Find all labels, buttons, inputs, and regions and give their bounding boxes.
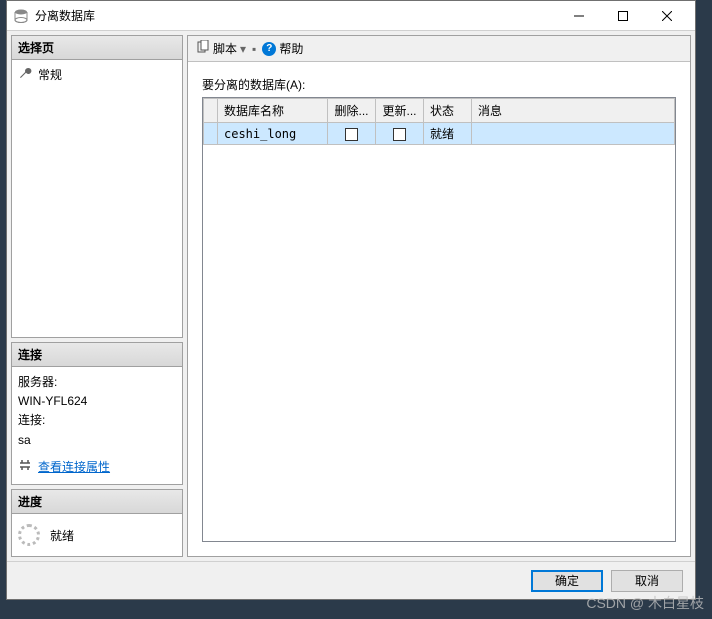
cancel-button[interactable]: 取消	[611, 570, 683, 592]
app-icon	[13, 8, 29, 24]
window-controls	[557, 1, 689, 30]
server-label: 服务器:	[18, 373, 176, 392]
cell-status: 就绪	[424, 123, 472, 145]
progress-header: 进度	[12, 490, 182, 514]
conn-value: sa	[18, 431, 176, 450]
connection-header: 连接	[12, 343, 182, 367]
close-button[interactable]	[645, 1, 689, 30]
title-bar: 分离数据库	[7, 1, 695, 31]
update-checkbox[interactable]	[393, 128, 406, 141]
cell-db-name: ceshi_long	[218, 123, 328, 145]
window-title: 分离数据库	[35, 7, 557, 24]
form-area: 要分离的数据库(A): 数据库名称 删除... 更新... 状态 消息	[188, 62, 690, 556]
ok-button[interactable]: 确定	[531, 570, 603, 592]
progress-section: 进度 就绪	[11, 489, 183, 557]
row-indicator	[204, 123, 218, 145]
databases-label: 要分离的数据库(A):	[202, 76, 676, 93]
chevron-down-icon: ▾	[240, 42, 246, 56]
drop-checkbox[interactable]	[345, 128, 358, 141]
col-message[interactable]: 消息	[472, 99, 675, 123]
progress-spinner-icon	[18, 524, 40, 546]
col-status[interactable]: 状态	[424, 99, 472, 123]
maximize-button[interactable]	[601, 1, 645, 30]
grid-header-row: 数据库名称 删除... 更新... 状态 消息	[204, 99, 675, 123]
help-button[interactable]: ? 帮助	[260, 38, 305, 59]
select-page-section: 选择页 常规	[11, 35, 183, 338]
view-connection-properties-link[interactable]: 查看连接属性	[38, 458, 110, 477]
table-row[interactable]: ceshi_long 就绪	[204, 123, 675, 145]
toolbar: 脚本 ▾ ▪ ? 帮助	[188, 36, 690, 62]
conn-label: 连接:	[18, 411, 176, 430]
script-icon	[196, 40, 210, 57]
detach-database-dialog: 分离数据库 选择页 常规 连接 服务器: WIN-YFL624 连接:	[6, 0, 696, 600]
connection-props-icon	[18, 458, 32, 478]
content-area: 选择页 常规 连接 服务器: WIN-YFL624 连接: sa 查看连接属性	[7, 31, 695, 561]
select-page-item-general[interactable]: 常规	[38, 66, 62, 83]
right-panel: 脚本 ▾ ▪ ? 帮助 要分离的数据库(A): 数据库名称	[187, 35, 691, 557]
script-button[interactable]: 脚本 ▾	[194, 38, 248, 59]
minimize-button[interactable]	[557, 1, 601, 30]
cell-message	[472, 123, 675, 145]
select-page-header: 选择页	[12, 36, 182, 60]
button-bar: 确定 取消	[7, 561, 695, 599]
col-drop[interactable]: 删除...	[328, 99, 376, 123]
help-icon: ?	[262, 42, 276, 56]
wrench-icon	[18, 66, 32, 83]
server-value: WIN-YFL624	[18, 392, 176, 411]
progress-status: 就绪	[50, 527, 74, 544]
connection-section: 连接 服务器: WIN-YFL624 连接: sa 查看连接属性	[11, 342, 183, 485]
databases-grid[interactable]: 数据库名称 删除... 更新... 状态 消息 ceshi_long	[202, 97, 676, 542]
left-panel: 选择页 常规 连接 服务器: WIN-YFL624 连接: sa 查看连接属性	[11, 35, 183, 557]
col-name[interactable]: 数据库名称	[218, 99, 328, 123]
col-update[interactable]: 更新...	[376, 99, 424, 123]
